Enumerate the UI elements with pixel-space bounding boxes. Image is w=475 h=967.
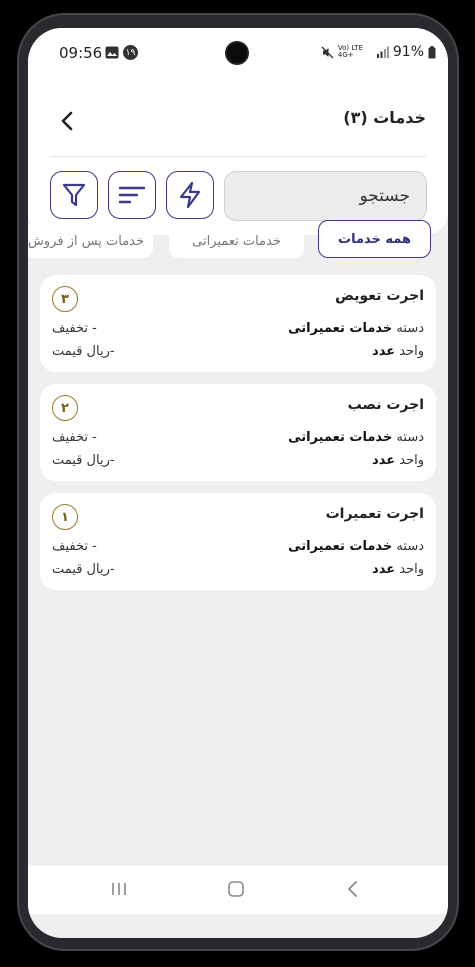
status-time: 09:56 <box>59 44 103 62</box>
service-title: اجرت تعمیرات <box>325 506 424 522</box>
service-unit: واحد عدد <box>372 562 424 577</box>
screen: 09:56 ۱۹ Vo) LTE 4G+ 91% خدمات (۳) جستجو… <box>28 28 448 938</box>
service-title: اجرت نصب <box>347 397 424 413</box>
service-price: -ریال قیمت <box>52 562 115 577</box>
lightning-icon <box>179 181 201 209</box>
image-notification-icon <box>105 46 119 59</box>
header: خدمات (۳) <box>28 80 448 235</box>
battery-icon <box>428 45 436 58</box>
service-number-badge: ۲ <box>52 395 78 421</box>
signal-icon <box>376 46 389 58</box>
service-title: اجرت تعویض <box>335 288 424 304</box>
service-number-badge: ۱ <box>52 504 78 530</box>
search-field[interactable] <box>224 171 427 221</box>
lightning-button[interactable] <box>166 171 214 219</box>
page-title: خدمات (۳) <box>343 108 426 127</box>
service-card[interactable]: اجرت نصب ۲ دسته خدمات تعمیراتی واحد عدد … <box>40 384 436 481</box>
service-card[interactable]: اجرت تعمیرات ۱ دسته خدمات تعمیراتی واحد … <box>40 493 436 590</box>
sort-button[interactable] <box>108 171 156 219</box>
chevron-left-icon[interactable] <box>58 110 76 132</box>
status-right: Vo) LTE 4G+ 91% <box>321 44 436 60</box>
service-discount: - تخفیف <box>52 539 97 554</box>
service-price: -ریال قیمت <box>52 453 115 468</box>
home-icon[interactable] <box>227 880 245 898</box>
system-nav-bar <box>28 866 448 914</box>
service-discount: - تخفیف <box>52 321 97 336</box>
tab-all-services[interactable]: همه خدمات <box>318 220 431 258</box>
service-category: دسته خدمات تعمیراتی <box>288 321 424 336</box>
service-discount: - تخفیف <box>52 430 97 445</box>
search-input[interactable] <box>225 172 426 220</box>
battery-text: 91% <box>392 44 424 60</box>
recent-apps-icon[interactable] <box>110 880 128 898</box>
service-price: -ریال قیمت <box>52 344 115 359</box>
network-text: Vo) LTE 4G+ <box>337 44 363 59</box>
service-category: دسته خدمات تعمیراتی <box>288 430 424 445</box>
filter-icon <box>62 183 86 207</box>
service-unit: واحد عدد <box>372 453 424 468</box>
notification-badge-icon: ۱۹ <box>123 45 138 60</box>
service-card[interactable]: اجرت تعویض ۳ دسته خدمات تعمیراتی واحد عد… <box>40 275 436 372</box>
tab-after-sales-services[interactable]: خدمات پس از فروش <box>28 224 153 258</box>
service-number-badge: ۳ <box>52 286 78 312</box>
service-unit: واحد عدد <box>372 344 424 359</box>
tab-repair-services[interactable]: خدمات تعمیراتی <box>169 224 304 258</box>
back-nav-icon[interactable] <box>346 880 360 898</box>
service-category: دسته خدمات تعمیراتی <box>288 539 424 554</box>
mute-icon <box>321 46 334 58</box>
front-camera <box>227 43 247 63</box>
divider <box>50 156 426 157</box>
filter-button[interactable] <box>50 171 98 219</box>
sort-icon <box>118 186 146 204</box>
